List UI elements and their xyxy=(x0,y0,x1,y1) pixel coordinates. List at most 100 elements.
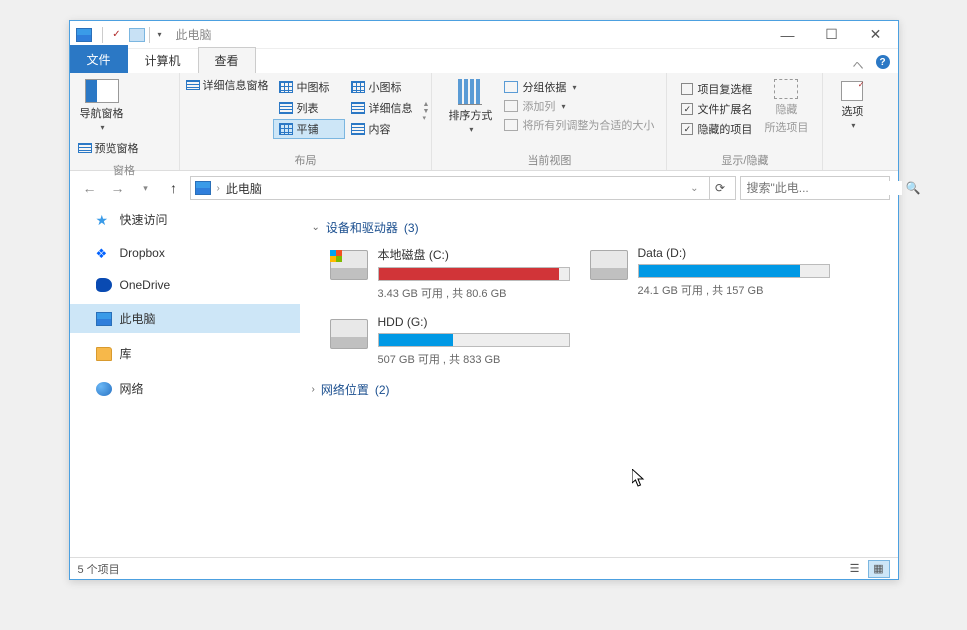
item-checkboxes-toggle[interactable]: 项目复选框 xyxy=(681,81,752,97)
location-icon xyxy=(195,181,211,195)
details-icon xyxy=(351,102,365,114)
layout-details[interactable]: 详细信息 xyxy=(345,98,419,118)
preview-pane-button[interactable]: 预览窗格 xyxy=(78,140,139,156)
layout-tiles[interactable]: 平铺 xyxy=(273,119,345,139)
ribbon-group-showhide: 显示/隐藏 xyxy=(667,150,822,170)
search-input[interactable] xyxy=(747,181,902,195)
hide-icon xyxy=(774,79,798,99)
pc-icon xyxy=(96,312,112,326)
group-devices-header[interactable]: ⌄ 设备和驱动器 (3) xyxy=(312,219,886,236)
qat-properties-icon[interactable]: ✓ xyxy=(107,26,127,44)
breadcrumb-sep-icon[interactable]: › xyxy=(217,183,220,194)
checkbox-checked-icon: ✓ xyxy=(681,103,693,115)
breadcrumb-item[interactable]: 此电脑 xyxy=(226,180,262,197)
qat-dropdown-icon[interactable]: ▾ xyxy=(154,30,166,39)
dropbox-icon: ❖ xyxy=(96,246,112,260)
group-by-button[interactable]: 分组依据▾ xyxy=(504,79,654,95)
network-icon xyxy=(96,382,112,396)
preview-pane-icon xyxy=(78,143,92,153)
tab-computer[interactable]: 计算机 xyxy=(128,47,198,73)
navigation-pane-button[interactable]: 导航窗格 ▾ xyxy=(78,77,126,134)
maximize-button[interactable]: ☐ xyxy=(810,21,854,49)
small-icons-icon xyxy=(351,81,365,93)
content-icon xyxy=(351,123,365,135)
options-icon xyxy=(841,81,863,101)
add-columns-icon xyxy=(504,100,518,112)
options-button[interactable]: 选项 ▾ xyxy=(831,77,873,134)
drive-item[interactable]: HDD (G:) 507 GB 可用 , 共 833 GB xyxy=(330,315,570,367)
qat-divider xyxy=(149,27,150,43)
address-bar[interactable]: › 此电脑 ⌄ ⟳ xyxy=(190,176,736,200)
content-area: ⌄ 设备和驱动器 (3) 本地磁盘 (C:) 3.43 GB 可用 , 共 80… xyxy=(300,205,898,557)
chevron-right-icon: › xyxy=(312,384,315,395)
layout-scroll[interactable]: ▲▼▾ xyxy=(423,101,430,122)
navigation-sidebar: ★快速访问 ❖Dropbox OneDrive 此电脑 库 网络 xyxy=(70,205,300,557)
nav-back-button[interactable]: ← xyxy=(78,176,102,200)
sidebar-item-libraries[interactable]: 库 xyxy=(70,339,300,368)
sidebar-item-network[interactable]: 网络 xyxy=(70,374,300,403)
window-title: 此电脑 xyxy=(176,26,212,43)
qat-divider xyxy=(102,27,103,43)
tiles-icon xyxy=(279,123,293,135)
fit-columns-icon xyxy=(504,119,518,131)
hide-selected-button: 隐藏 所选项目 xyxy=(758,77,814,137)
group-by-icon xyxy=(504,81,518,93)
checkbox-icon xyxy=(681,83,693,95)
hidden-items-toggle[interactable]: ✓隐藏的项目 xyxy=(681,121,752,137)
refresh-button[interactable]: ⟳ xyxy=(709,177,731,199)
libraries-icon xyxy=(96,347,112,361)
onedrive-icon xyxy=(96,278,112,292)
group-network-header[interactable]: › 网络位置 (2) xyxy=(312,381,886,398)
details-pane-icon xyxy=(186,80,200,90)
status-item-count: 5 个项目 xyxy=(78,561,120,577)
tab-view[interactable]: 查看 xyxy=(198,47,256,73)
drive-usage-bar xyxy=(638,264,830,278)
view-tiles-toggle[interactable]: ▦ xyxy=(868,560,890,578)
drive-stats: 507 GB 可用 , 共 833 GB xyxy=(378,351,570,367)
help-icon[interactable]: ? xyxy=(876,55,890,69)
list-icon xyxy=(279,102,293,114)
file-extensions-toggle[interactable]: ✓文件扩展名 xyxy=(681,101,752,117)
drive-item[interactable]: Data (D:) 24.1 GB 可用 , 共 157 GB xyxy=(590,246,830,301)
checkbox-checked-icon: ✓ xyxy=(681,123,693,135)
sidebar-item-quickaccess[interactable]: ★快速访问 xyxy=(70,205,300,234)
nav-recent-dropdown[interactable]: ▾ xyxy=(134,176,158,200)
minimize-button[interactable]: — xyxy=(766,21,810,49)
close-button[interactable]: ✕ xyxy=(854,21,898,49)
layout-medium-icons[interactable]: 中图标 xyxy=(273,77,345,97)
sidebar-item-dropbox[interactable]: ❖Dropbox xyxy=(70,240,300,266)
layout-list[interactable]: 列表 xyxy=(273,98,345,118)
drive-item[interactable]: 本地磁盘 (C:) 3.43 GB 可用 , 共 80.6 GB xyxy=(330,246,570,301)
layout-content[interactable]: 内容 xyxy=(345,119,419,139)
add-columns-button: 添加列▾ xyxy=(504,98,654,114)
fit-columns-button: 将所有列调整为合适的大小 xyxy=(504,117,654,133)
tab-file[interactable]: 文件 xyxy=(70,45,128,73)
sort-by-button[interactable]: 排序方式 ▾ xyxy=(440,77,500,136)
details-pane-button[interactable]: 详细信息窗格 xyxy=(186,77,269,93)
view-details-toggle[interactable]: ☰ xyxy=(844,560,866,578)
drive-stats: 24.1 GB 可用 , 共 157 GB xyxy=(638,282,830,298)
layout-small-icons[interactable]: 小图标 xyxy=(345,77,419,97)
drive-name: Data (D:) xyxy=(638,246,830,260)
ribbon-collapse-icon[interactable]: ヘ xyxy=(845,57,872,73)
search-box[interactable]: 🔍 xyxy=(740,176,890,200)
navigation-pane-icon xyxy=(85,79,119,103)
app-icon xyxy=(76,28,92,42)
chevron-down-icon: ⌄ xyxy=(312,222,320,233)
drive-name: 本地磁盘 (C:) xyxy=(378,246,570,263)
sort-icon xyxy=(458,79,482,105)
sidebar-item-thispc[interactable]: 此电脑 xyxy=(70,304,300,333)
nav-up-button[interactable]: ↑ xyxy=(162,176,186,200)
qat-new-folder-icon[interactable] xyxy=(129,28,145,42)
sidebar-item-onedrive[interactable]: OneDrive xyxy=(70,272,300,298)
drive-name: HDD (G:) xyxy=(378,315,570,329)
medium-icons-icon xyxy=(279,81,293,93)
drive-usage-bar xyxy=(378,333,570,347)
search-icon[interactable]: 🔍 xyxy=(906,181,921,195)
drive-icon xyxy=(590,250,628,280)
nav-forward-button: → xyxy=(106,176,130,200)
address-dropdown-icon[interactable]: ⌄ xyxy=(686,183,702,194)
drive-icon xyxy=(330,319,368,349)
drive-usage-bar xyxy=(378,267,570,281)
ribbon-group-currentview: 当前视图 xyxy=(432,150,666,170)
